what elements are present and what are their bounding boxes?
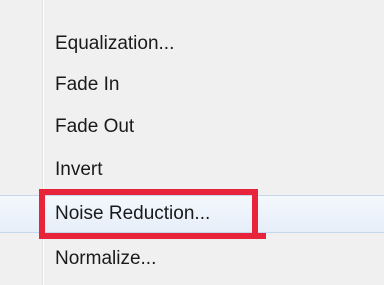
menu-item-label: Noise Reduction... bbox=[55, 203, 211, 224]
effect-menu: Equalization... Fade In Fade Out Invert … bbox=[0, 0, 384, 285]
menu-item-invert[interactable]: Invert bbox=[0, 151, 384, 189]
menu-item-label: Fade Out bbox=[55, 116, 135, 137]
menu-item-normalize[interactable]: Normalize... bbox=[0, 240, 384, 278]
menu-item-label: Equalization... bbox=[55, 33, 175, 54]
menu-item-label: Fade In bbox=[55, 74, 120, 95]
menu-item-fade-in[interactable]: Fade In bbox=[0, 66, 384, 104]
annotation-highlight-underline bbox=[238, 233, 266, 239]
menu-item-equalization[interactable]: Equalization... bbox=[0, 25, 384, 63]
menu-item-label: Normalize... bbox=[55, 248, 157, 269]
menu-item-noise-reduction[interactable]: Noise Reduction... bbox=[0, 195, 384, 233]
menu-item-fade-out[interactable]: Fade Out bbox=[0, 108, 384, 146]
menu-item-label: Invert bbox=[55, 159, 103, 180]
